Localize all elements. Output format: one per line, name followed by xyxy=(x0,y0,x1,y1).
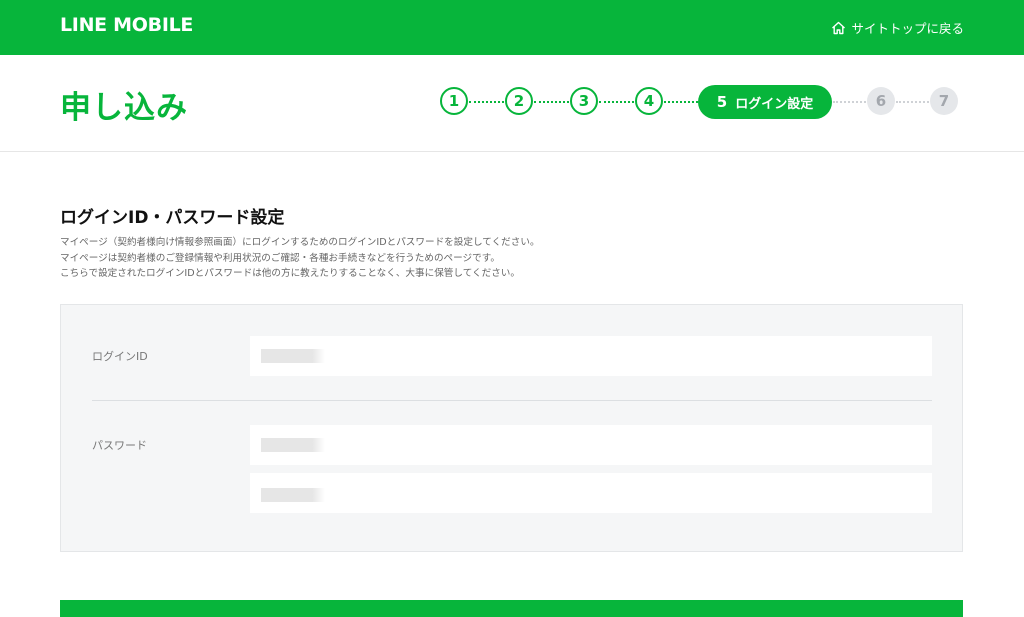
step-indicator: 1 2 3 4 5 ログイン設定 6 7 xyxy=(440,85,963,119)
password-input[interactable] xyxy=(250,425,932,465)
step-connector xyxy=(534,101,569,103)
line-mobile-logo[interactable]: LINE MOBILE xyxy=(60,14,193,36)
login-settings-form: ログインID パスワード xyxy=(60,304,963,552)
home-icon xyxy=(831,21,846,35)
section-title: ログインID・パスワード設定 xyxy=(60,208,285,228)
top-bar: LINE MOBILE サイトトップに戻る xyxy=(0,0,1024,55)
password-confirm-input[interactable] xyxy=(250,473,932,513)
step-5-current: 5 ログイン設定 xyxy=(698,85,832,119)
step-3: 3 xyxy=(570,87,598,115)
step-7: 7 xyxy=(930,87,958,115)
step-2: 2 xyxy=(505,87,533,115)
back-to-site-top-link[interactable]: サイトトップに戻る xyxy=(831,18,964,37)
next-button[interactable] xyxy=(60,600,963,617)
page-title: 申し込み xyxy=(60,90,188,126)
section-description: マイページ（契約者様向け情報参照画面）にログインするためのログインIDとパスワー… xyxy=(60,235,540,282)
step-connector xyxy=(664,101,698,103)
step-connector xyxy=(896,101,929,103)
description-line: マイページ（契約者様向け情報参照画面）にログインするためのログインIDとパスワー… xyxy=(60,237,540,248)
current-step-number: 5 xyxy=(716,93,728,111)
redacted-value xyxy=(261,349,325,363)
password-label: パスワード xyxy=(92,439,147,452)
step-4: 4 xyxy=(635,87,663,115)
description-line: こちらで設定されたログインIDとパスワードは他の方に教えたりすることなく、大事に… xyxy=(60,268,520,279)
step-connector xyxy=(469,101,504,103)
redacted-value xyxy=(261,488,325,502)
back-link-label: サイトトップに戻る xyxy=(851,21,964,36)
login-id-label: ログインID xyxy=(92,350,148,363)
description-line: マイページは契約者様のご登録情報や利用状況のご確認・各種お手続きなどを行うための… xyxy=(60,252,500,264)
step-1: 1 xyxy=(440,87,468,115)
step-connector xyxy=(599,101,634,103)
page-header: 申し込み 1 2 3 4 5 ログイン設定 6 7 xyxy=(0,55,1024,152)
form-divider xyxy=(92,400,932,401)
step-6: 6 xyxy=(867,87,895,115)
login-id-input[interactable] xyxy=(250,336,932,376)
redacted-value xyxy=(261,438,325,452)
step-connector xyxy=(833,101,866,103)
current-step-label: ログイン設定 xyxy=(735,96,814,112)
